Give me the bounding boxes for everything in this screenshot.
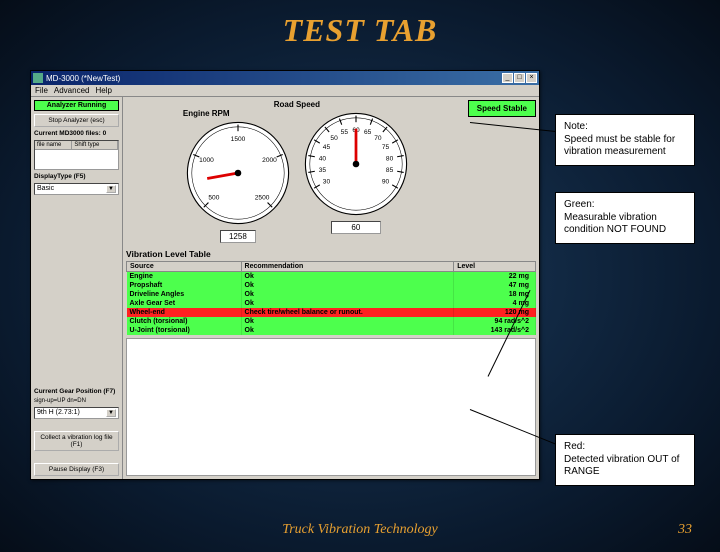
app-icon xyxy=(33,73,43,83)
callout-red-header: Red: xyxy=(564,441,686,454)
svg-text:50: 50 xyxy=(330,135,338,142)
footer-text: Truck Vibration Technology xyxy=(0,522,720,538)
svg-text:80: 80 xyxy=(386,155,394,162)
svg-text:2500: 2500 xyxy=(255,194,270,201)
chevron-down-icon: ▼ xyxy=(106,185,116,193)
maximize-button[interactable]: □ xyxy=(514,73,525,83)
collect-log-button[interactable]: Collect a vibration log file (F1) xyxy=(34,431,119,451)
chevron-down-icon: ▼ xyxy=(106,409,116,417)
svg-text:90: 90 xyxy=(382,178,390,185)
callout-note-header: Note: xyxy=(564,121,686,134)
gear-position-select[interactable]: 9th H (2.73:1) ▼ xyxy=(34,407,119,419)
titlebar[interactable]: MD-3000 (*NewTest) _ □ × xyxy=(31,71,539,85)
main-panel: Road Speed Engine RPM 500 1000 1500 2000 250… xyxy=(123,97,539,479)
file-col-shift: Shift type xyxy=(72,141,118,149)
menubar: File Advanced Help xyxy=(31,85,539,97)
svg-text:40: 40 xyxy=(319,155,327,162)
menu-advanced[interactable]: Advanced xyxy=(54,86,90,95)
menu-file[interactable]: File xyxy=(35,86,48,95)
svg-text:75: 75 xyxy=(382,144,390,151)
callout-green: Green: Measurable vibration condition NO… xyxy=(555,192,695,244)
page-number: 33 xyxy=(678,522,692,538)
menu-help[interactable]: Help xyxy=(95,86,111,95)
svg-text:1500: 1500 xyxy=(231,136,246,143)
rpm-readout: 1258 xyxy=(220,230,256,243)
table-row: Axle Gear SetOk4 mg xyxy=(127,299,536,308)
gear-position-label: Current Gear Position (F7) xyxy=(34,388,119,395)
table-row: EngineOk22 mg xyxy=(127,272,536,282)
vibration-table: Source Recommendation Level EngineOk22 m… xyxy=(126,261,536,335)
callout-note-body: Speed must be stable for vibration measu… xyxy=(564,134,686,159)
gear-hint: sign-up=UP dn=DN xyxy=(34,398,119,404)
svg-text:500: 500 xyxy=(208,194,219,201)
svg-text:35: 35 xyxy=(319,167,327,174)
table-row: Driveline AnglesOk18 mg xyxy=(127,290,536,299)
speed-stable-indicator: Speed Stable xyxy=(468,100,536,117)
callout-green-body: Measurable vibration condition NOT FOUND xyxy=(564,212,686,237)
left-panel: Analyzer Running Stop Analyzer (esc) Cur… xyxy=(31,97,123,479)
file-group-label: Current MD3000 files: 0 xyxy=(34,130,119,137)
road-speed-label: Road Speed xyxy=(126,100,468,109)
svg-text:65: 65 xyxy=(364,129,372,136)
display-type-select[interactable]: Basic ▼ xyxy=(34,183,119,195)
app-window: MD-3000 (*NewTest) _ □ × File Advanced H… xyxy=(30,70,540,480)
minimize-button[interactable]: _ xyxy=(502,73,513,83)
svg-text:2000: 2000 xyxy=(262,157,277,164)
display-type-label: DisplayType (F5) xyxy=(34,173,119,180)
speed-readout: 60 xyxy=(331,221,381,234)
callout-green-header: Green: xyxy=(564,199,686,212)
display-type-value: Basic xyxy=(37,185,54,193)
svg-text:1000: 1000 xyxy=(199,157,214,164)
callout-red: Red: Detected vibration OUT of RANGE xyxy=(555,434,695,486)
file-list[interactable]: file name Shift type xyxy=(34,140,119,170)
file-col-name: file name xyxy=(35,141,72,149)
pause-display-button[interactable]: Pause Display (F3) xyxy=(34,463,119,476)
road-speed-gauge: 30354045505560657075808590 xyxy=(301,109,411,219)
gear-position-value: 9th H (2.73:1) xyxy=(37,409,80,417)
close-button[interactable]: × xyxy=(526,73,537,83)
svg-text:45: 45 xyxy=(323,144,331,151)
table-row: Wheel-endCheck tire/wheel balance or run… xyxy=(127,308,536,317)
table-row: Clutch (torsional)Ok94 rad/s^2 xyxy=(127,317,536,326)
col-recommendation: Recommendation xyxy=(241,262,454,272)
callout-red-body: Detected vibration OUT of RANGE xyxy=(564,454,686,479)
table-row: U-Joint (torsional)Ok143 rad/s^2 xyxy=(127,326,536,335)
slide-title: TEST TAB xyxy=(0,12,720,49)
callout-note: Note: Speed must be stable for vibration… xyxy=(555,114,695,166)
stop-analyzer-button[interactable]: Stop Analyzer (esc) xyxy=(34,114,119,127)
engine-rpm-label: Engine RPM xyxy=(183,109,230,118)
vibration-table-title: Vibration Level Table xyxy=(126,249,536,259)
window-title: MD-3000 (*NewTest) xyxy=(46,74,502,83)
engine-rpm-gauge: 500 1000 1500 2000 2500 xyxy=(183,118,293,228)
svg-text:70: 70 xyxy=(374,135,382,142)
analyzer-status: Analyzer Running xyxy=(34,100,119,111)
col-source: Source xyxy=(127,262,242,272)
svg-text:55: 55 xyxy=(341,129,349,136)
svg-text:85: 85 xyxy=(386,167,394,174)
table-row: PropshaftOk47 mg xyxy=(127,281,536,290)
col-level: Level xyxy=(454,262,536,272)
svg-text:30: 30 xyxy=(323,178,331,185)
